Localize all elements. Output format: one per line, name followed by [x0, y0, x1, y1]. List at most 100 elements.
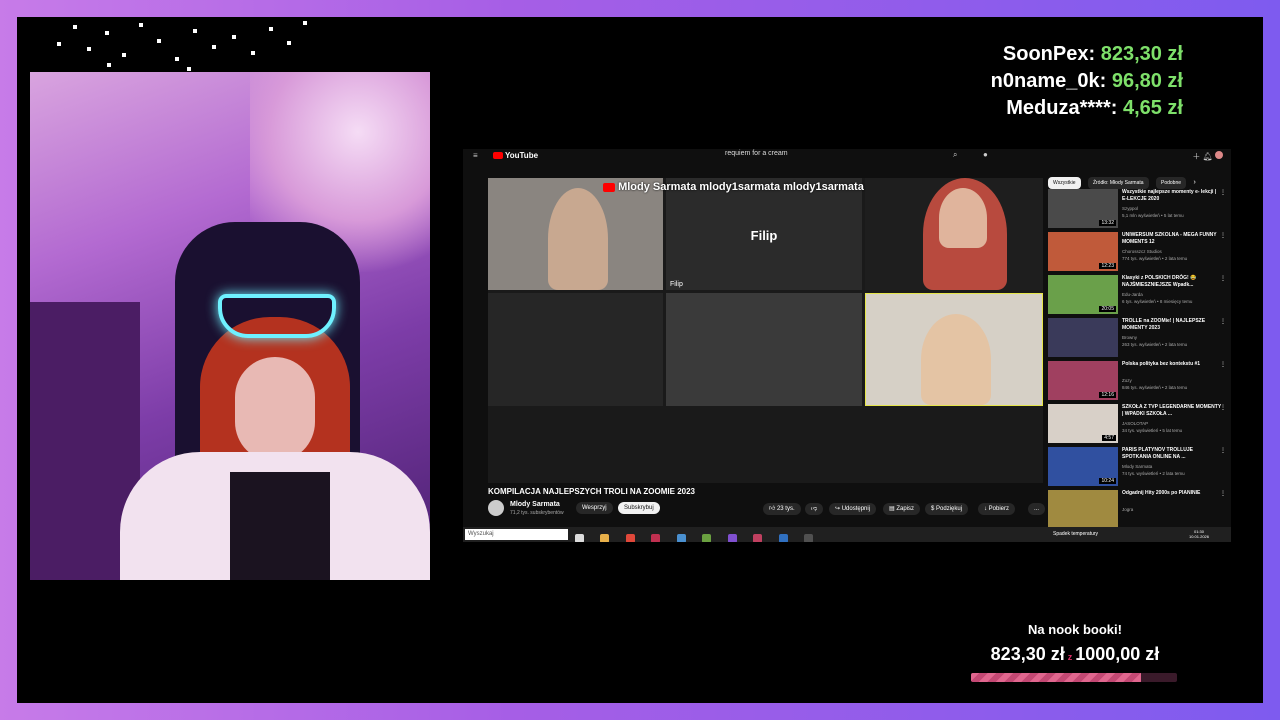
channel-name[interactable]: Mlody Sarmata — [510, 501, 560, 508]
recommendation-title[interactable]: UNIWERSUM SZKOLNA - MEGA FUNNY MOMENTS 1… — [1122, 232, 1222, 246]
subscriber-count: 71,2 tys. subskrybentów — [510, 510, 564, 516]
recommendation-title[interactable]: Klasyki z POLSKICH DRÓG! 😂 NAJŚMIESZNIEJ… — [1122, 275, 1222, 289]
recommendation-title[interactable]: Polska polityka bez kontekstu #1 — [1122, 361, 1222, 368]
recommendation-thumbnail[interactable] — [1048, 318, 1118, 357]
webcam-feed — [30, 72, 430, 580]
video-duration: 12:23 — [1099, 263, 1116, 269]
more-options-icon[interactable]: ⋮ — [1220, 232, 1226, 239]
goal-progress-fill — [971, 673, 1141, 682]
goal-separator: z — [1067, 652, 1073, 662]
more-button[interactable]: ... — [1028, 503, 1046, 515]
recommendation-title[interactable]: TROLLE na ZOOMie! | NAJLEPSZE MOMENTY 20… — [1122, 318, 1222, 332]
app-icon[interactable] — [651, 534, 661, 542]
recommendation-meta: 774 tys. wyświetleń • 2 lata temu — [1122, 256, 1188, 261]
video-tile — [488, 293, 663, 406]
video-tile — [488, 178, 663, 290]
download-button[interactable]: ↓ Pobierz — [978, 503, 1016, 515]
more-options-icon[interactable]: ⋮ — [1220, 490, 1226, 497]
recommendation-item[interactable]: Odgadnij Hity 2000s po PIANINIE Jogra ⋮ — [1048, 490, 1228, 530]
recommendation-item[interactable]: 12:16 Polska polityka bez kontekstu #1 Zoz… — [1048, 361, 1228, 401]
goal-target: 1000,00 zł — [1075, 644, 1160, 664]
task-view-icon[interactable] — [575, 534, 584, 542]
video-duration: 10:24 — [1099, 478, 1116, 484]
menu-icon[interactable]: ≡ — [473, 151, 478, 160]
chip-source[interactable]: Źródło: Młody Sarmata — [1087, 177, 1149, 189]
like-icon: 👍︎ — [769, 506, 776, 512]
recommendation-item[interactable]: 10:24 PARIS PLATYNOV TROLLUJE SPOTKANIA O… — [1048, 447, 1228, 487]
recommendation-title[interactable]: Wszystkie najlepsze momenty e- lekcji | … — [1122, 189, 1222, 203]
like-button[interactable]: 👍︎ 23 tys. — [763, 503, 801, 515]
more-options-icon[interactable]: ⋮ — [1220, 447, 1226, 454]
system-clock[interactable]: 01:30 10.01.2026 — [1189, 529, 1209, 539]
app-icon[interactable] — [778, 534, 788, 542]
recommendation-item[interactable]: TROLLE na ZOOMie! | NAJLEPSZE MOMENTY 20… — [1048, 318, 1228, 358]
top-donations: SoonPex: 823,30 zł n0name_0k: 96,80 zł M… — [991, 41, 1183, 122]
search-icon[interactable]: ⌕ — [953, 150, 957, 160]
tile-participant-name: Filip — [750, 228, 778, 244]
file-explorer-icon[interactable] — [600, 534, 610, 542]
cat-ear-headphones — [218, 294, 336, 338]
steam-icon[interactable] — [676, 534, 686, 542]
video-credits: Mlody Sarmata mlody1sarmata mlody1sarmat… — [603, 181, 864, 193]
bell-icon[interactable]: 🔔︎ — [1203, 152, 1213, 161]
weather-widget[interactable]: Spadek temperatury — [1053, 531, 1098, 537]
more-options-icon[interactable]: ⋮ — [1220, 189, 1226, 196]
video-tile — [488, 409, 1043, 483]
recommendation-channel: Szyppol — [1122, 206, 1139, 211]
mic-icon[interactable]: ● — [983, 150, 988, 159]
channel-avatar[interactable] — [488, 500, 504, 516]
recommendation-thumbnail[interactable]: 13:32 — [1048, 189, 1118, 228]
share-button[interactable]: ↪ Udostępnij — [829, 503, 877, 515]
app-icon[interactable] — [804, 534, 814, 542]
support-button[interactable]: Wesprzyj — [576, 502, 613, 514]
create-icon[interactable]: ＋ — [1192, 152, 1200, 161]
video-title: KOMPILACJA NAJLEPSZYCH TROLI NA ZOOMIE 2… — [488, 487, 695, 496]
video-duration: 13:32 — [1099, 220, 1116, 226]
more-options-icon[interactable]: ⋮ — [1220, 361, 1226, 368]
recommendation-thumbnail[interactable]: 10:24 — [1048, 447, 1118, 486]
thanks-icon: $ — [931, 506, 935, 512]
recommendation-meta: 34 tys. wyświetleń • 5 lat temu — [1122, 428, 1183, 433]
donation-row: n0name_0k: 96,80 zł — [991, 68, 1183, 95]
recommendation-title[interactable]: PARIS PLATYNOV TROLLUJE SPOTKANIA ONLINE… — [1122, 447, 1222, 461]
more-options-icon[interactable]: ⋮ — [1220, 318, 1226, 325]
recommendation-item[interactable]: 13:32 Wszystkie najlepsze momenty e- lekc… — [1048, 189, 1228, 229]
recommendation-thumbnail[interactable]: 12:16 — [1048, 361, 1118, 400]
browser-icon[interactable] — [625, 534, 635, 542]
more-options-icon[interactable]: ⋮ — [1220, 275, 1226, 282]
dislike-button[interactable]: 👎︎ — [805, 503, 824, 515]
recommendation-thumbnail[interactable]: 12:23 — [1048, 232, 1118, 271]
chevron-right-icon[interactable]: › — [1193, 179, 1195, 186]
thanks-button[interactable]: $ Podziękuj — [925, 503, 969, 515]
taskbar-search[interactable]: Wyszukaj — [465, 529, 568, 540]
recommendation-thumbnail[interactable] — [1048, 490, 1118, 529]
video-duration: 12:16 — [1099, 392, 1116, 398]
subscribe-button[interactable]: Subskrybuj — [618, 502, 660, 514]
active-speaker-tile — [865, 293, 1043, 406]
discord-icon[interactable] — [727, 534, 737, 542]
recommendation-thumbnail[interactable]: 20:05 — [1048, 275, 1118, 314]
donation-row: SoonPex: 823,30 zł — [991, 41, 1183, 68]
recommendation-item[interactable]: 20:05 Klasyki z POLSKICH DRÓG! 😂 NAJŚMIES… — [1048, 275, 1228, 315]
more-options-icon[interactable]: ⋮ — [1220, 404, 1226, 411]
recommendation-title[interactable]: SZKOŁA Z TVP LEGENDARNE MOMENTY | WPADKI… — [1122, 404, 1222, 418]
account-avatar[interactable] — [1215, 151, 1223, 159]
chip-similar[interactable]: Podobne — [1155, 177, 1187, 189]
recommendation-item[interactable]: 4:57 SZKOŁA Z TVP LEGENDARNE MOMENTY | WP… — [1048, 404, 1228, 444]
download-icon: ↓ — [984, 506, 987, 512]
filter-chips: Wszystkie Źródło: Młody Sarmata Podobne … — [1048, 171, 1196, 189]
recommendation-item[interactable]: 12:23 UNIWERSUM SZKOLNA - MEGA FUNNY MOME… — [1048, 232, 1228, 272]
tile-label: Filip — [670, 281, 683, 288]
search-input[interactable]: requiem for a cream — [725, 150, 788, 157]
app-icon[interactable] — [702, 534, 712, 542]
recommendation-thumbnail[interactable]: 4:57 — [1048, 404, 1118, 443]
goal-label: Na nook booki! — [1028, 622, 1122, 637]
app-icon[interactable] — [753, 534, 763, 542]
youtube-logo[interactable]: YouTube — [493, 151, 538, 160]
save-button[interactable]: ▤ Zapisz — [883, 503, 921, 515]
chip-all[interactable]: Wszystkie — [1048, 177, 1081, 189]
video-player[interactable]: Filip Filip Mlody Sarmata mlody1sarmata … — [488, 178, 1043, 483]
recommendation-title[interactable]: Odgadnij Hity 2000s po PIANINIE — [1122, 490, 1222, 497]
recommendation-channel: Browny — [1122, 335, 1138, 340]
goal-current: 823,30 zł — [990, 644, 1065, 664]
